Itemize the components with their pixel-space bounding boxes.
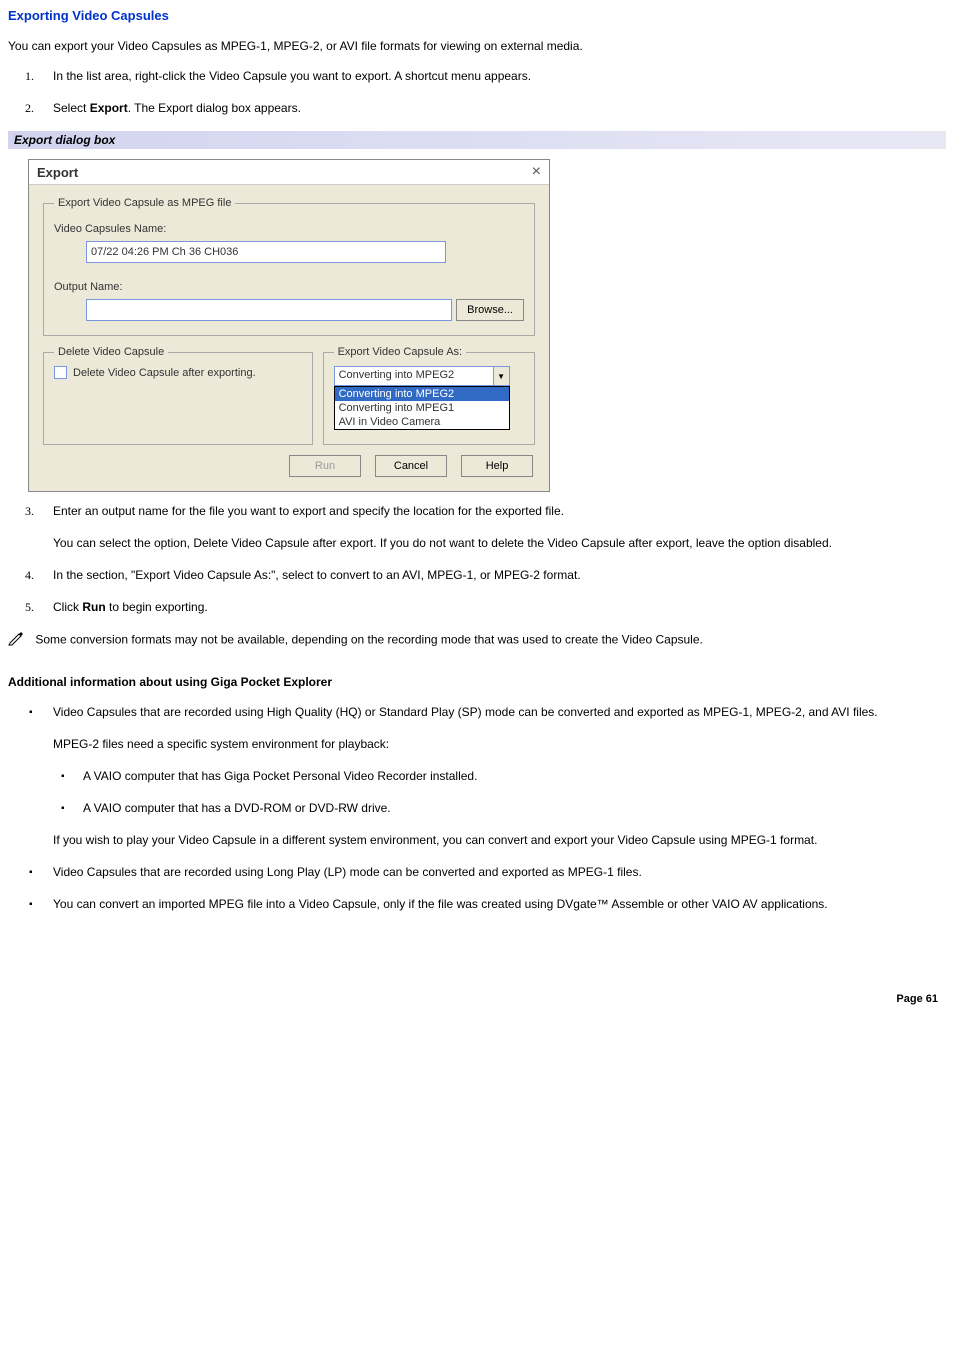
steps-list-b: 3. Enter an output name for the file you… xyxy=(8,502,946,616)
step-subtext: You can select the option, Delete Video … xyxy=(53,534,946,552)
close-icon[interactable]: × xyxy=(532,164,541,180)
step-item: 2. Select Export. The Export dialog box … xyxy=(53,99,946,117)
step-number: 5. xyxy=(25,598,34,616)
step-text: In the section, "Export Video Capsule As… xyxy=(53,568,581,582)
format-option[interactable]: Converting into MPEG2 xyxy=(335,387,509,401)
dialog-titlebar: Export × xyxy=(29,160,549,185)
bullet-subtext: If you wish to play your Video Capsule i… xyxy=(53,831,946,849)
nested-list: A VAIO computer that has Giga Pocket Per… xyxy=(53,767,946,817)
cancel-button[interactable]: Cancel xyxy=(375,455,447,477)
list-item: Video Capsules that are recorded using H… xyxy=(53,703,946,849)
list-item: A VAIO computer that has Giga Pocket Per… xyxy=(83,767,946,785)
group-export-mpeg: Export Video Capsule as MPEG file Video … xyxy=(43,197,535,336)
step-text: Select xyxy=(53,101,90,115)
group-legend: Export Video Capsule as MPEG file xyxy=(54,197,235,209)
pencil-note-icon xyxy=(8,630,28,651)
vc-name-label: Video Capsules Name: xyxy=(54,223,524,235)
step-text: Enter an output name for the file you wa… xyxy=(53,504,564,518)
format-option[interactable]: Converting into MPEG1 xyxy=(335,401,509,415)
format-option[interactable]: AVI in Video Camera xyxy=(335,415,509,429)
bullet-text: You can convert an imported MPEG file in… xyxy=(53,897,828,911)
group-legend: Delete Video Capsule xyxy=(54,346,168,358)
group-export-as: Export Video Capsule As: Converting into… xyxy=(323,346,535,445)
list-item: Video Capsules that are recorded using L… xyxy=(53,863,946,881)
step-bold: Export xyxy=(90,101,128,115)
dialog-title: Export xyxy=(37,165,78,180)
note-text: Some conversion formats may not be avail… xyxy=(32,633,703,647)
run-button[interactable]: Run xyxy=(289,455,361,477)
steps-list-a: 1. In the list area, right-click the Vid… xyxy=(8,67,946,117)
step-text-post: to begin exporting. xyxy=(106,600,208,614)
dialog-body: Export Video Capsule as MPEG file Video … xyxy=(29,185,549,491)
dialog-wrapper: Export × Export Video Capsule as MPEG fi… xyxy=(8,149,946,502)
step-bold: Run xyxy=(82,600,105,614)
bullet-text: Video Capsules that are recorded using L… xyxy=(53,865,642,879)
step-text-post: . The Export dialog box appears. xyxy=(128,101,301,115)
additional-info-heading: Additional information about using Giga … xyxy=(8,675,946,689)
output-name-label: Output Name: xyxy=(54,281,524,293)
step-item: 4. In the section, "Export Video Capsule… xyxy=(53,566,946,584)
chevron-down-icon[interactable]: ▼ xyxy=(493,367,509,385)
intro-text: You can export your Video Capsules as MP… xyxy=(8,39,946,53)
format-selected: Converting into MPEG2 xyxy=(335,367,493,385)
group-delete: Delete Video Capsule Delete Video Capsul… xyxy=(43,346,313,445)
output-name-input[interactable] xyxy=(86,299,452,321)
vc-name-input[interactable] xyxy=(86,241,446,263)
format-options-list: Converting into MPEG2 Converting into MP… xyxy=(334,386,510,430)
delete-checkbox-label: Delete Video Capsule after exporting. xyxy=(73,367,256,379)
bullet-text: Video Capsules that are recorded using H… xyxy=(53,705,878,719)
section-title: Exporting Video Capsules xyxy=(8,8,946,23)
step-number: 2. xyxy=(25,99,34,117)
browse-button[interactable]: Browse... xyxy=(456,299,524,321)
export-dialog: Export × Export Video Capsule as MPEG fi… xyxy=(28,159,550,492)
step-number: 1. xyxy=(25,67,34,85)
note: Some conversion formats may not be avail… xyxy=(8,630,946,651)
list-item: You can convert an imported MPEG file in… xyxy=(53,895,946,913)
delete-checkbox[interactable] xyxy=(54,366,67,379)
page-number: Page 61 xyxy=(8,993,946,1005)
step-number: 3. xyxy=(25,502,34,520)
help-button[interactable]: Help xyxy=(461,455,533,477)
group-legend: Export Video Capsule As: xyxy=(334,346,467,358)
format-combobox[interactable]: Converting into MPEG2 ▼ Converting into … xyxy=(334,366,510,430)
step-item: 5. Click Run to begin exporting. xyxy=(53,598,946,616)
step-number: 4. xyxy=(25,566,34,584)
step-text: Click xyxy=(53,600,82,614)
dialog-footer: Run Cancel Help xyxy=(43,445,535,481)
step-text: In the list area, right-click the Video … xyxy=(53,69,531,83)
step-item: 3. Enter an output name for the file you… xyxy=(53,502,946,552)
additional-info-list: Video Capsules that are recorded using H… xyxy=(8,703,946,913)
dialog-caption-banner: Export dialog box xyxy=(8,131,946,149)
step-item: 1. In the list area, right-click the Vid… xyxy=(53,67,946,85)
list-item: A VAIO computer that has a DVD-ROM or DV… xyxy=(83,799,946,817)
bullet-subtext: MPEG-2 files need a specific system envi… xyxy=(53,735,946,753)
